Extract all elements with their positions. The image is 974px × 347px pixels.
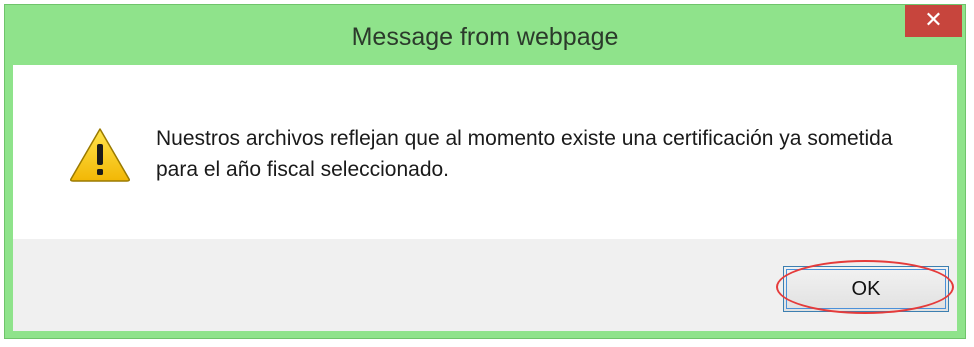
- ok-button[interactable]: OK: [783, 266, 949, 312]
- dialog-titlebar[interactable]: Message from webpage ✕: [5, 5, 965, 65]
- dialog-title: Message from webpage: [351, 23, 619, 51]
- close-icon: ✕: [924, 8, 943, 33]
- close-button[interactable]: ✕: [905, 5, 962, 37]
- warning-icon: [70, 128, 130, 182]
- message-area: Nuestros archivos reflejan que al moment…: [13, 65, 957, 239]
- dialog-window: Message from webpage ✕ Nuestros archivos…: [4, 4, 966, 339]
- dialog-message: Nuestros archivos reflejan que al moment…: [156, 127, 893, 181]
- button-area: OK: [13, 239, 957, 331]
- ok-button-label: OK: [851, 278, 881, 300]
- dialog-content: Nuestros archivos reflejan que al moment…: [13, 65, 957, 331]
